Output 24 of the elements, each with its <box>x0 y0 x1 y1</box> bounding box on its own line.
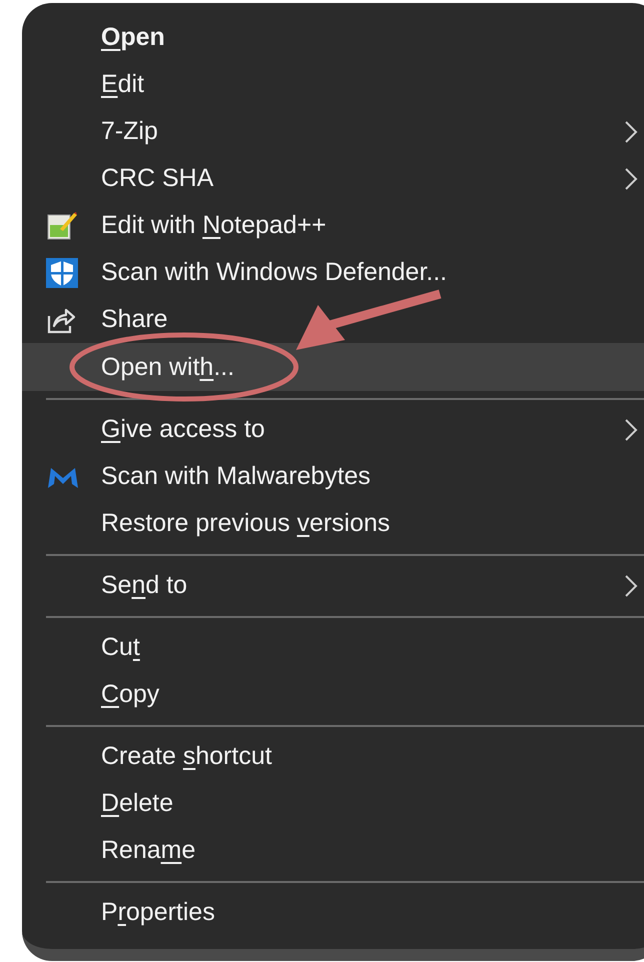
menu-item[interactable]: Scan with Windows Defender... <box>22 249 644 296</box>
chevron-right-icon <box>624 120 638 144</box>
menu-item[interactable]: Open with... <box>22 343 644 391</box>
chevron-right-icon <box>624 166 638 190</box>
chevron-right-icon <box>624 574 638 598</box>
menu-item[interactable]: Rename <box>22 827 644 874</box>
menu-item[interactable]: Scan with Malwarebytes <box>22 453 644 500</box>
menu-item[interactable]: Open <box>22 14 644 61</box>
menu-item[interactable]: Give access to <box>22 406 644 453</box>
menu-item[interactable]: Copy <box>22 671 644 718</box>
menu-item[interactable]: Properties <box>22 889 644 936</box>
menu-item[interactable]: Restore previous versions <box>22 500 644 547</box>
notepad-icon <box>46 210 78 240</box>
menu-item[interactable]: CRC SHA <box>22 155 644 202</box>
chevron-right-icon <box>624 418 638 442</box>
menu-item[interactable]: Edit with Notepad++ <box>22 202 644 249</box>
menu-item[interactable]: Cut <box>22 624 644 671</box>
menu-item[interactable]: Delete <box>22 780 644 827</box>
menu-item[interactable]: Create shortcut <box>22 733 644 780</box>
menu-item[interactable]: 7-Zip <box>22 108 644 155</box>
menu-item[interactable]: Send to <box>22 562 644 609</box>
menu-item[interactable]: Edit <box>22 61 644 108</box>
menu-item[interactable]: Share <box>22 296 644 343</box>
shield-icon <box>46 258 78 288</box>
